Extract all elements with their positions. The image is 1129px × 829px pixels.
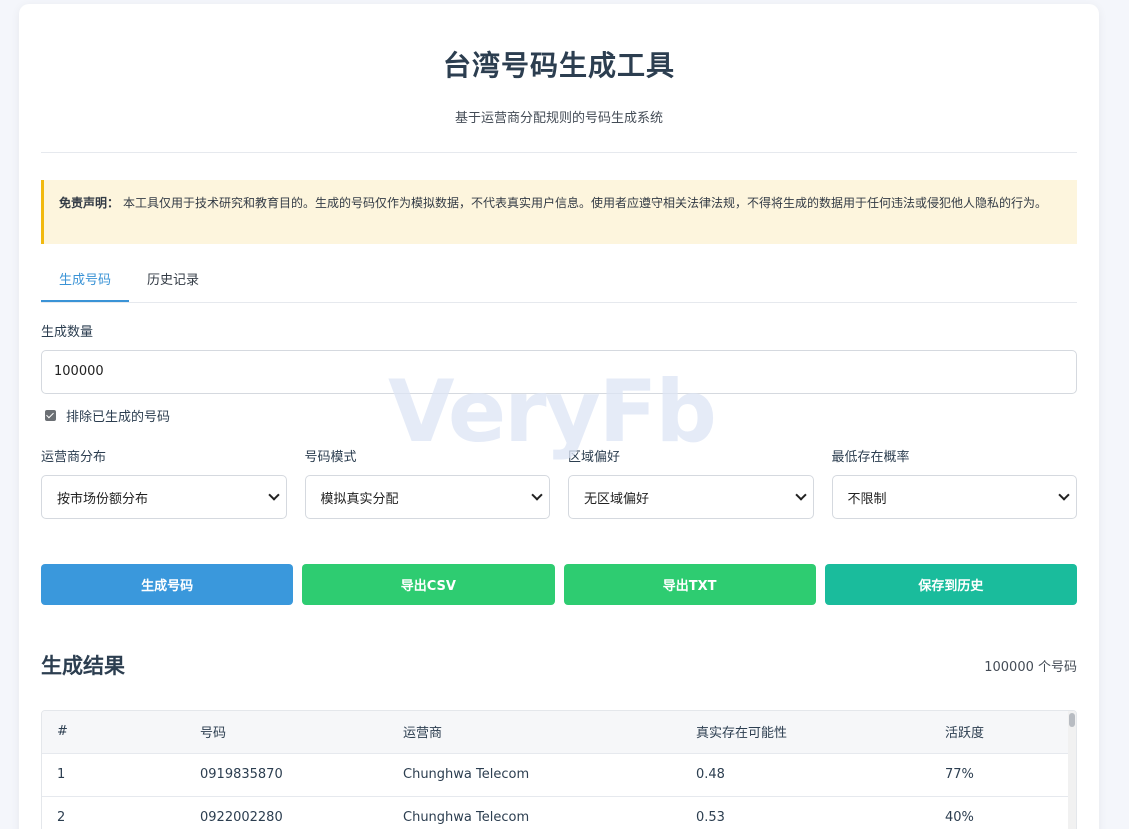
min-probability-value: 不限制 xyxy=(847,491,887,507)
row-number: 0919835870 xyxy=(185,752,388,796)
carrier-distribution-select[interactable]: 按市场份额分布 xyxy=(41,475,287,519)
row-activity: 77% xyxy=(930,752,1069,796)
exclude-checkbox[interactable] xyxy=(45,409,56,421)
results-title: 生成结果 xyxy=(41,654,125,678)
tab-history[interactable]: 历史记录 xyxy=(129,266,217,302)
row-probability: 0.48 xyxy=(681,752,930,796)
region-preference-value: 无区域偏好 xyxy=(584,491,650,507)
results-count: 100000 个号码 xyxy=(984,659,1077,675)
row-index: 1 xyxy=(42,752,185,796)
row-index: 2 xyxy=(42,795,185,829)
min-probability-group: 最低存在概率 不限制 xyxy=(831,449,1077,519)
tab-generate[interactable]: 生成号码 xyxy=(41,266,130,302)
carrier-distribution-label: 运营商分布 xyxy=(41,450,107,465)
results-header: 生成结果 100000 个号码 xyxy=(41,650,1077,680)
min-probability-select[interactable]: 不限制 xyxy=(831,475,1077,519)
exclude-label: 排除已生成的号码 xyxy=(66,409,171,425)
chevron-down-icon xyxy=(796,491,805,500)
chevron-down-icon xyxy=(269,491,278,500)
column-header: 真实存在可能性 xyxy=(681,711,930,753)
header-divider xyxy=(41,152,1077,153)
save-history-button[interactable]: 保存到历史 xyxy=(824,564,1077,605)
main-card: 台湾号码生成工具 基于运营商分配规则的号码生成系统 免责声明： 本工具仅用于技术研… xyxy=(19,4,1099,829)
header: 台湾号码生成工具 基于运营商分配规则的号码生成系统 xyxy=(41,4,1077,128)
row-probability: 0.53 xyxy=(681,795,930,829)
options-row: 运营商分布 按市场份额分布 号码模式 模拟真实分配 区域偏好 无区域偏好 最低存… xyxy=(41,449,1077,519)
column-header: 运营商 xyxy=(388,711,681,753)
tab-bar: 生成号码 历史记录 xyxy=(41,266,1077,303)
results-table-container[interactable]: # 号码 运营商 真实存在可能性 活跃度 1 0919835870 Chungh… xyxy=(41,710,1077,829)
chevron-down-icon xyxy=(532,491,541,500)
table-row: 1 0919835870 Chunghwa Telecom 0.48 77% xyxy=(42,752,1069,796)
number-pattern-value: 模拟真实分配 xyxy=(320,491,399,507)
number-pattern-group: 号码模式 模拟真实分配 xyxy=(304,449,550,519)
page-subtitle: 基于运营商分配规则的号码生成系统 xyxy=(454,111,663,126)
action-buttons: 生成号码 导出CSV 导出TXT 保存到历史 xyxy=(41,564,1077,605)
export-txt-button[interactable]: 导出TXT xyxy=(563,564,816,605)
carrier-distribution-group: 运营商分布 按市场份额分布 xyxy=(41,449,287,519)
column-header: 活跃度 xyxy=(930,711,1069,753)
region-preference-select[interactable]: 无区域偏好 xyxy=(568,475,814,519)
carrier-distribution-value: 按市场份额分布 xyxy=(57,491,149,507)
row-carrier: Chunghwa Telecom xyxy=(388,795,681,829)
scrollbar-thumb[interactable] xyxy=(1069,713,1075,727)
chevron-down-icon xyxy=(1059,491,1068,500)
results-table: # 号码 运营商 真实存在可能性 活跃度 1 0919835870 Chungh… xyxy=(42,711,1069,829)
disclaimer-text: 本工具仅用于技术研究和教育目的。生成的号码仅作为模拟数据，不代表真实用户信息。使… xyxy=(123,196,1048,210)
row-carrier: Chunghwa Telecom xyxy=(388,752,681,796)
exclude-row[interactable]: 排除已生成的号码 xyxy=(41,406,1077,425)
row-number: 0922002280 xyxy=(185,795,388,829)
table-row: 2 0922002280 Chunghwa Telecom 0.53 40% xyxy=(42,795,1069,829)
min-probability-label: 最低存在概率 xyxy=(831,450,910,465)
row-activity: 40% xyxy=(930,795,1069,829)
number-pattern-select[interactable]: 模拟真实分配 xyxy=(304,475,550,519)
number-pattern-label: 号码模式 xyxy=(304,450,357,465)
export-csv-button[interactable]: 导出CSV xyxy=(302,564,555,605)
region-preference-group: 区域偏好 无区域偏好 xyxy=(568,449,814,519)
column-header: # xyxy=(42,711,185,753)
table-scrollbar[interactable] xyxy=(1068,711,1076,829)
table-header-row: # 号码 运营商 真实存在可能性 活跃度 xyxy=(42,711,1069,753)
disclaimer-box: 免责声明： 本工具仅用于技术研究和教育目的。生成的号码仅作为模拟数据，不代表真实用… xyxy=(41,180,1077,244)
quantity-input[interactable]: 100000 xyxy=(41,350,1077,394)
quantity-label: 生成数量 xyxy=(41,325,94,340)
region-preference-label: 区域偏好 xyxy=(568,450,621,465)
generate-button[interactable]: 生成号码 xyxy=(41,564,294,605)
disclaimer-label: 免责声明： xyxy=(59,196,120,210)
page-title: 台湾号码生成工具 xyxy=(442,49,675,82)
column-header: 号码 xyxy=(185,711,388,753)
